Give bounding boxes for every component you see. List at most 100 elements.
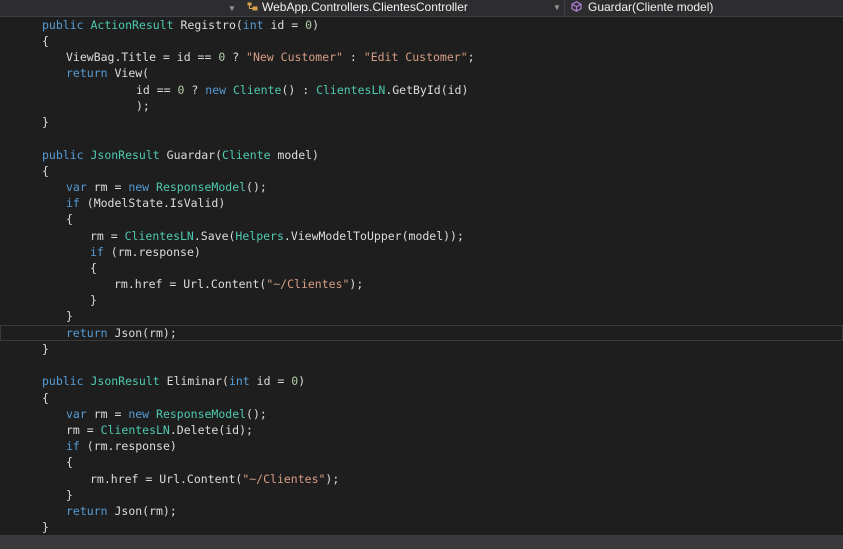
code-text: { [42,164,49,178]
code-line[interactable]: if (rm.response) [0,438,843,454]
code-line[interactable]: { [0,211,843,227]
code-text: { [90,261,97,275]
code-line[interactable]: return Json(rm); [0,325,843,341]
code-text: { [66,212,73,226]
code-line[interactable]: } [0,487,843,503]
code-text: id = [256,374,292,388]
code-text: } [66,488,73,502]
code-text: (); [246,180,267,194]
code-type: ResponseModel [156,407,247,421]
code-line[interactable]: { [0,33,843,49]
code-line[interactable]: var rm = new ResponseModel(); [0,406,843,422]
code-line[interactable]: rm = ClientesLN.Save(Helpers.ViewModelTo… [0,228,843,244]
code-line[interactable]: ViewBag.Title = id == 0 ? "New Customer"… [0,49,843,65]
code-type: ResponseModel [156,180,247,194]
code-text: ViewBag.Title = id == [66,50,219,64]
code-text: Json(rm); [114,504,177,518]
code-text: .Delete(id); [169,423,253,437]
code-text: } [42,342,49,356]
code-text: rm = [90,229,125,243]
code-line[interactable]: } [0,341,843,357]
code-text: (ModelState.IsValid) [86,196,226,210]
class-path-label: WebApp.Controllers.ClientesController [262,0,468,14]
code-text: .ViewModelToUpper(model)); [283,229,464,243]
code-line[interactable] [0,130,843,146]
code-text: .GetById(id) [385,83,469,97]
code-line[interactable]: } [0,292,843,308]
code-line[interactable]: if (ModelState.IsValid) [0,195,843,211]
code-text: (); [246,407,267,421]
code-keyword: var [66,407,94,421]
code-line[interactable]: public JsonResult Guardar(Cliente model) [0,147,843,163]
code-text: ? [225,50,247,64]
project-dropdown-toggle[interactable]: ▼ [228,0,236,16]
code-line[interactable]: { [0,454,843,470]
code-text: (rm.response) [86,439,177,453]
code-line[interactable]: } [0,114,843,130]
code-type: Cliente [232,83,282,97]
code-line[interactable]: { [0,260,843,276]
code-text: model) [277,148,319,162]
navigation-bar: ▼ WebApp.Controllers.ClientesController … [0,0,843,17]
code-text: Eliminar( [166,374,229,388]
code-keyword: return [66,326,115,340]
code-line[interactable]: public ActionResult Registro(int id = 0) [0,17,843,33]
method-cube-icon [571,1,582,12]
code-line[interactable]: return Json(rm); [0,503,843,519]
code-line[interactable]: } [0,308,843,324]
code-string: "~/Clientes" [266,277,350,291]
code-text: } [42,520,49,534]
code-text: { [42,34,49,48]
code-keyword: public [42,374,91,388]
code-keyword: new [128,407,157,421]
code-text: ) [312,18,319,32]
code-text: rm = [66,423,101,437]
code-type: Cliente [222,148,278,162]
code-string: "Edit Customer" [363,50,468,64]
code-line[interactable]: { [0,390,843,406]
code-text: : [342,50,364,64]
code-line[interactable]: public JsonResult Eliminar(int id = 0) [0,373,843,389]
code-type: ClientesLN [100,423,170,437]
code-type: ClientesLN [316,83,386,97]
code-text: Json(rm); [114,326,177,340]
code-text: } [42,115,49,129]
code-line[interactable]: rm.href = Url.Content("~/Clientes"); [0,471,843,487]
member-dropdown[interactable]: Guardar(Cliente model) [571,0,841,16]
code-line[interactable]: { [0,163,843,179]
code-line[interactable] [0,357,843,373]
code-text: ); [136,99,150,113]
code-line[interactable]: } [0,519,843,535]
code-line[interactable]: ); [0,98,843,114]
code-text: View( [114,66,150,80]
code-text: .Save( [193,229,236,243]
code-keyword: new [205,83,233,97]
code-type: ActionResult [90,18,181,32]
code-line[interactable]: return View( [0,65,843,81]
code-line[interactable]: rm = ClientesLN.Delete(id); [0,422,843,438]
code-line[interactable]: id == 0 ? new Cliente() : ClientesLN.Get… [0,82,843,98]
chevron-down-icon: ▼ [553,3,561,12]
code-text: rm = [93,180,129,194]
code-text: rm.href = Url.Content( [114,277,267,291]
code-line[interactable]: var rm = new ResponseModel(); [0,179,843,195]
code-keyword: if [90,245,111,259]
class-icon [247,1,258,12]
code-text: id == [136,83,178,97]
code-text: ); [325,472,340,486]
code-line[interactable]: rm.href = Url.Content("~/Clientes"); [0,276,843,292]
code-type: JsonResult [90,374,167,388]
code-text: ? [184,83,206,97]
code-string: "New Customer" [246,50,343,64]
code-type: Helpers [235,229,284,243]
code-line[interactable]: if (rm.response) [0,244,843,260]
code-keyword: new [128,180,157,194]
code-text: (rm.response) [110,245,201,259]
code-text: Guardar( [166,148,223,162]
code-editor[interactable]: public ActionResult Registro(int id = 0)… [0,17,843,535]
code-keyword: int [228,374,257,388]
code-keyword: public [42,18,91,32]
horizontal-scrollbar[interactable] [0,535,843,549]
code-text: () : [281,83,317,97]
class-dropdown[interactable]: WebApp.Controllers.ClientesController ▼ [247,0,564,16]
